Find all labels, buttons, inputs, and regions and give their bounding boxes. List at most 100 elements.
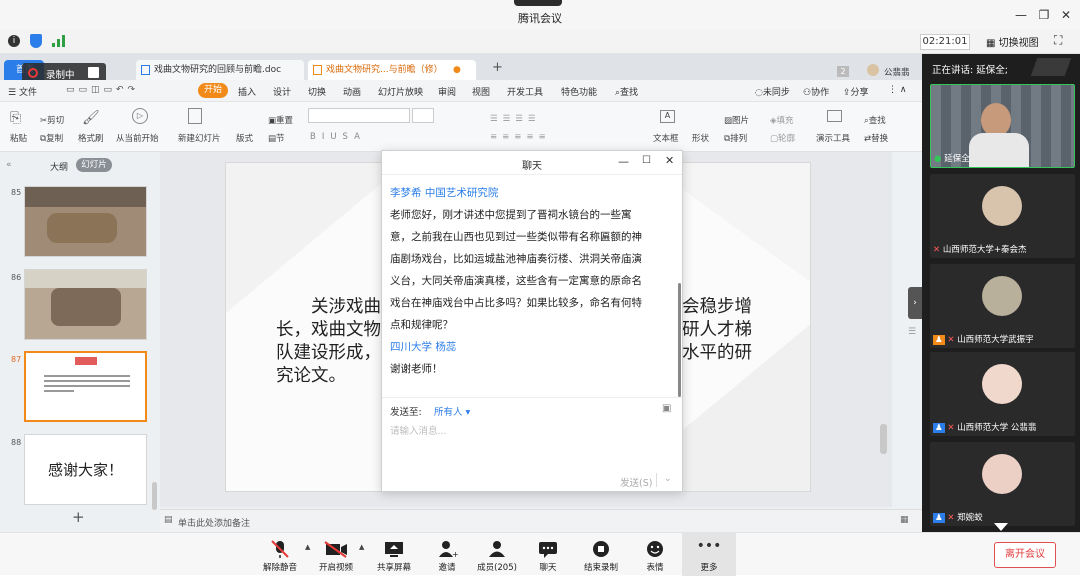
video-options-icon[interactable]: ▲	[359, 543, 364, 551]
from-current-button[interactable]: 从当前开始	[116, 132, 159, 144]
video-tile[interactable]: ♟ ✕ 山西师范大学 公翡翡	[930, 352, 1075, 436]
font-style-buttons[interactable]: BIUSA	[310, 132, 366, 142]
slide-scrollbar[interactable]	[880, 424, 887, 454]
slide-thumb-88[interactable]: 感谢大家！	[24, 434, 147, 505]
restore-icon[interactable]: ❐	[1036, 8, 1052, 22]
tab-ppt[interactable]: 戏曲文物研究...与前瞻（修） ●	[308, 60, 476, 80]
video-tile-speaker[interactable]: ● 延保全	[930, 84, 1075, 168]
end-recording-button[interactable]: 结束录制	[573, 533, 629, 576]
new-tab-button[interactable]: +	[492, 60, 503, 75]
start-video-button[interactable]: 开启视频	[308, 533, 364, 576]
quick-access-icons[interactable]: ▭▭◫▭↶↷	[66, 85, 139, 95]
video-tile[interactable]: ♟ ✕ 郑婉蛟	[930, 442, 1075, 526]
present-tools-button[interactable]: 演示工具	[816, 132, 850, 144]
reactions-button[interactable]: 表情	[627, 533, 683, 576]
new-slide-button[interactable]: 新建幻灯片	[178, 132, 221, 144]
brush-icon: 🖌	[82, 110, 100, 126]
expand-panel-arrow-icon[interactable]: ›	[908, 287, 922, 319]
arrange-button[interactable]: ⧉排列	[724, 132, 747, 144]
menu-item-transition[interactable]: 切换	[308, 85, 326, 98]
close-icon[interactable]: ✕	[1058, 8, 1074, 22]
menu-search[interactable]: ⌕查找	[615, 85, 638, 98]
chat-scrollbar[interactable]	[678, 283, 681, 397]
sync-status[interactable]: ◌未同步	[755, 85, 790, 98]
outline-button[interactable]: ▢轮廓	[770, 132, 795, 144]
replace-button[interactable]: ⇄替换	[864, 132, 888, 144]
stop-record-icon[interactable]	[88, 67, 99, 78]
shape-button[interactable]: 形状	[692, 132, 709, 144]
more-menu-icon[interactable]: ⋮ ∧	[888, 85, 906, 95]
meeting-timer: 02:21:01	[920, 34, 970, 50]
menu-item-insert[interactable]: 插入	[238, 85, 256, 98]
paragraph-buttons[interactable]: ☰☰☰☰	[490, 114, 540, 124]
notes-pane[interactable]: ▤ 单击此处添加备注 ▦	[160, 509, 922, 532]
participant-name-text: 山西师范大学+秦会杰	[942, 245, 1027, 255]
members-button[interactable]: 成员(205)	[469, 533, 525, 576]
chat-minimize-icon[interactable]: —	[618, 155, 629, 168]
collab-button[interactable]: ⚇协作	[803, 85, 829, 98]
paste-button[interactable]: 粘贴	[10, 132, 27, 144]
menu-item-view[interactable]: 视图	[472, 85, 490, 98]
user-avatar[interactable]	[867, 64, 879, 76]
video-tile[interactable]: ♟ ✕ 山西师范大学武振宇	[930, 264, 1075, 348]
add-slide-button[interactable]: +	[72, 508, 85, 526]
fill-button[interactable]: ◈填充	[770, 114, 794, 126]
layout-button[interactable]: 版式	[236, 132, 253, 144]
slide-thumb-85[interactable]	[24, 186, 147, 257]
menu-start[interactable]: 开始	[198, 83, 228, 98]
font-size-select[interactable]	[412, 108, 434, 123]
leave-meeting-button[interactable]: 离开会议	[994, 542, 1056, 568]
share-button[interactable]: ⇪分享	[843, 85, 869, 98]
menu-item-slideshow[interactable]: 幻灯片放映	[378, 85, 423, 98]
send-to-select[interactable]: 所有人 ▾	[434, 404, 470, 418]
textbox-button[interactable]: 文本框	[653, 132, 679, 144]
chat-close-icon[interactable]: ✕	[665, 154, 674, 167]
slide-thumb-86[interactable]	[24, 269, 147, 340]
menu-item-review[interactable]: 审阅	[438, 85, 456, 98]
font-family-select[interactable]	[308, 108, 410, 123]
settings-icon[interactable]: ☰	[908, 327, 916, 337]
share-screen-button[interactable]: 共享屏幕	[366, 533, 422, 576]
chat-button[interactable]: 聊天	[520, 533, 576, 576]
align-buttons[interactable]: ≡≡≡≡≡	[490, 132, 551, 142]
switch-view-button[interactable]: ▦ 切换视图	[986, 34, 1039, 49]
picture-label: 图片	[732, 116, 750, 126]
find-button[interactable]: ⌕查找	[864, 114, 886, 126]
picture-button[interactable]: ▨图片	[724, 114, 749, 126]
tab-slides[interactable]: 幻灯片	[76, 158, 112, 172]
invite-button[interactable]: + 邀请	[419, 533, 475, 576]
info-icon[interactable]: i	[8, 35, 20, 47]
tab-outline[interactable]: 大纲	[50, 160, 68, 173]
video-tile[interactable]: ✕ 山西师范大学+秦会杰	[930, 174, 1075, 258]
slide-thumb-87[interactable]	[24, 351, 147, 422]
file-icon[interactable]: ▣	[662, 403, 671, 414]
send-options-icon[interactable]: ⌄	[664, 474, 672, 484]
thumb-scrollbar[interactable]	[152, 482, 157, 510]
menu-file[interactable]: ☰ 文件	[8, 85, 37, 98]
menu-item-features[interactable]: 特色功能	[561, 85, 597, 98]
photo-group	[51, 288, 121, 326]
chat-input[interactable]: 请输入消息...	[390, 423, 447, 437]
send-button[interactable]: 发送(S)	[620, 475, 652, 489]
collapse-panel-icon[interactable]: «	[6, 160, 12, 170]
menu-file-label: 文件	[18, 88, 37, 98]
scroll-down-arrow-icon[interactable]	[994, 523, 1008, 531]
copy-button[interactable]: ⧉复制	[40, 132, 63, 144]
tab-doc[interactable]: 戏曲文物研究的回顾与前瞻.doc	[136, 60, 304, 80]
reset-button[interactable]: ▣重置	[268, 114, 293, 126]
chat-maximize-icon[interactable]: ☐	[642, 155, 651, 166]
view-grid-icon[interactable]: ▦	[900, 515, 909, 525]
fullscreen-icon[interactable]: ⛶	[1054, 33, 1062, 48]
menu-item-design[interactable]: 设计	[273, 85, 291, 98]
cut-button[interactable]: ✂剪切	[40, 114, 64, 126]
format-painter-button[interactable]: 格式刷	[78, 132, 104, 144]
unmute-button[interactable]: 解除静音	[252, 533, 308, 576]
menu-item-animation[interactable]: 动画	[343, 85, 361, 98]
minimize-icon[interactable]: —	[1013, 8, 1029, 22]
window-count-badge[interactable]: 2	[837, 66, 849, 77]
menu-item-devtools[interactable]: 开发工具	[507, 85, 543, 98]
more-button[interactable]: ••• 更多	[682, 533, 736, 576]
camera-off-icon	[324, 541, 347, 558]
shield-icon[interactable]	[30, 34, 42, 48]
section-button[interactable]: ▤节	[268, 132, 285, 144]
